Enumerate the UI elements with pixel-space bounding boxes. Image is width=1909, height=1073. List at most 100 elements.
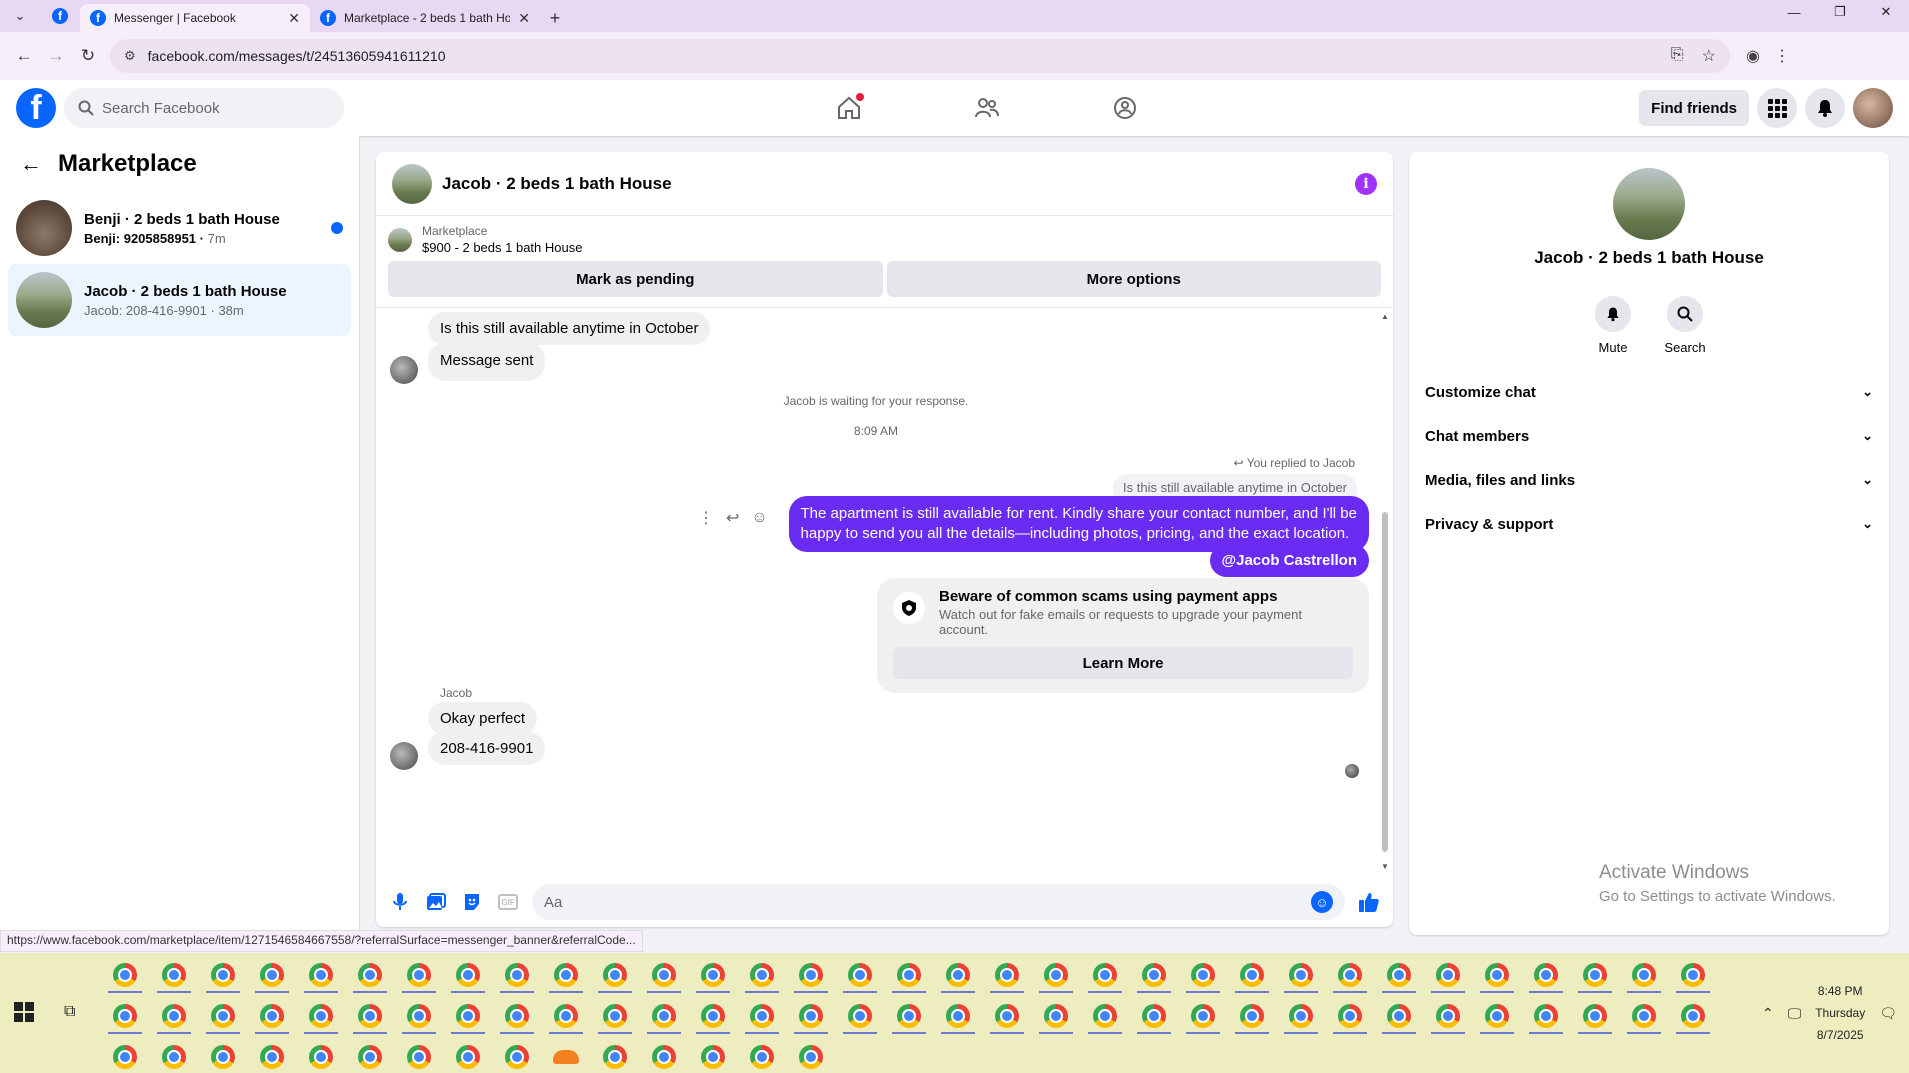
thumbs-up-icon[interactable] — [1357, 890, 1381, 914]
taskbar-browser-window[interactable] — [1480, 1000, 1514, 1034]
tab-search-chevron-icon[interactable]: ⌄ — [0, 0, 40, 32]
taskbar-browser-window[interactable] — [108, 1041, 142, 1073]
taskbar-browser-window[interactable] — [1284, 1000, 1318, 1034]
windows-start-icon[interactable] — [14, 1002, 34, 1022]
home-nav-button[interactable] — [780, 80, 918, 136]
taskbar-clock[interactable]: 8:48 PM Thursday 8/7/2025 — [1815, 980, 1865, 1046]
taskbar-browser-window[interactable] — [990, 959, 1024, 993]
photo-icon[interactable] — [424, 890, 448, 914]
info-icon[interactable]: i — [1355, 172, 1377, 195]
taskbar-browser-window[interactable] — [598, 959, 632, 993]
learn-more-button[interactable]: Learn More — [893, 647, 1353, 679]
taskbar-browser-window[interactable] — [1431, 959, 1465, 993]
taskbar-browser-window[interactable] — [598, 1000, 632, 1034]
taskbar-browser-window[interactable] — [402, 959, 436, 993]
sticker-icon[interactable] — [460, 890, 484, 914]
incoming-message[interactable]: Message sent — [428, 342, 546, 381]
sender-avatar[interactable] — [390, 742, 418, 770]
tab-messenger[interactable]: f Messenger | Facebook ✕ — [80, 4, 310, 32]
close-window-icon[interactable]: ✕ — [1863, 0, 1909, 24]
reload-icon[interactable]: ↻ — [72, 40, 104, 72]
taskbar-browser-window[interactable] — [1676, 1000, 1710, 1034]
conversation-item-benji[interactable]: Benji · 2 beds 1 bath House Benji: 92058… — [8, 192, 351, 264]
site-settings-icon[interactable]: ⚙ — [124, 48, 136, 64]
taskbar-browser-window[interactable] — [843, 1000, 877, 1034]
taskbar-browser-window[interactable] — [1627, 1000, 1661, 1034]
mute-button[interactable]: Mute — [1595, 296, 1631, 355]
taskbar-browser-window[interactable] — [1284, 959, 1318, 993]
account-avatar[interactable] — [1853, 88, 1893, 128]
taskbar-browser-window[interactable] — [1431, 1000, 1465, 1034]
taskbar-browser-window[interactable] — [696, 1041, 730, 1073]
taskbar-browser-window[interactable] — [500, 1041, 534, 1073]
taskbar-browser-window[interactable] — [647, 959, 681, 993]
notifications-center-icon[interactable]: 🗨 — [1879, 1005, 1897, 1022]
bookmark-star-icon[interactable]: ☆ — [1702, 46, 1716, 66]
taskbar-browser-window[interactable] — [157, 1041, 191, 1073]
tab-close-icon[interactable]: ✕ — [288, 10, 300, 27]
taskbar-browser-window[interactable] — [451, 1041, 485, 1073]
taskbar-browser-window[interactable] — [1088, 1000, 1122, 1034]
minimize-icon[interactable]: — — [1771, 0, 1817, 24]
more-options-button[interactable]: More options — [886, 261, 1381, 297]
taskbar-browser-window[interactable] — [500, 959, 534, 993]
taskbar-browser-window[interactable] — [1578, 1000, 1612, 1034]
taskbar-browser-window[interactable] — [696, 1000, 730, 1034]
taskbar-browser-window[interactable] — [304, 1041, 338, 1073]
taskbar-browser-window[interactable] — [1333, 1000, 1367, 1034]
scroll-down-icon[interactable]: ▼ — [1381, 862, 1389, 871]
taskbar-browser-window[interactable] — [304, 959, 338, 993]
incoming-message[interactable]: Okay perfect — [428, 702, 538, 735]
scroll-thumb[interactable] — [1382, 512, 1388, 852]
taskbar-browser-window[interactable] — [1186, 959, 1220, 993]
taskbar-browser-window[interactable] — [647, 1000, 681, 1034]
microphone-icon[interactable] — [388, 890, 412, 914]
taskbar-browser-window[interactable] — [1676, 959, 1710, 993]
more-icon[interactable]: ⋮ — [698, 508, 714, 528]
taskbar-browser-window[interactable] — [1186, 1000, 1220, 1034]
taskbar-browser-window[interactable] — [794, 1041, 828, 1073]
taskbar-browser-window[interactable] — [745, 959, 779, 993]
taskbar-browser-window[interactable] — [1480, 959, 1514, 993]
taskbar-browser-window[interactable] — [1137, 1000, 1171, 1034]
taskbar-browser-window[interactable] — [1578, 959, 1612, 993]
marketplace-listing-banner[interactable]: Marketplace $900 - 2 beds 1 bath House — [376, 216, 1393, 255]
taskbar-browser-window[interactable] — [1137, 959, 1171, 993]
taskbar-browser-window[interactable] — [353, 1041, 387, 1073]
taskbar-browser-window[interactable] — [794, 1000, 828, 1034]
taskbar-browser-window[interactable] — [843, 959, 877, 993]
profile-icon[interactable]: ◉ — [1746, 46, 1760, 66]
tab-close-icon[interactable]: ✕ — [518, 10, 530, 27]
reply-icon[interactable]: ↩ — [726, 508, 739, 528]
taskbar-browser-window[interactable] — [941, 959, 975, 993]
taskbar-browser-window[interactable] — [255, 1041, 289, 1073]
taskbar-browser-window[interactable] — [108, 1000, 142, 1034]
taskbar-browser-window[interactable] — [206, 959, 240, 993]
taskbar-browser-window[interactable] — [549, 1000, 583, 1034]
taskbar-browser-window[interactable] — [304, 1000, 338, 1034]
taskbar-browser-window[interactable] — [108, 959, 142, 993]
taskbar-browser-window[interactable] — [549, 959, 583, 993]
conversation-item-jacob[interactable]: Jacob · 2 beds 1 bath House Jacob: 208-4… — [8, 264, 351, 336]
taskbar-browser-window[interactable] — [1088, 959, 1122, 993]
chat-title[interactable]: Jacob · 2 beds 1 bath House — [442, 174, 1345, 194]
incoming-message[interactable]: Is this still available anytime in Octob… — [428, 312, 711, 345]
task-view-icon[interactable]: ⧉ — [64, 1003, 75, 1021]
taskbar-browser-window[interactable] — [402, 1041, 436, 1073]
taskbar-browser-window[interactable] — [696, 959, 730, 993]
taskbar-browser-window[interactable] — [157, 1000, 191, 1034]
taskbar-browser-window[interactable] — [1529, 959, 1563, 993]
message-scrollbar[interactable]: ▲ ▼ — [1381, 312, 1389, 872]
taskbar-browser-window[interactable] — [1627, 959, 1661, 993]
gif-icon[interactable]: GIF — [496, 890, 520, 914]
chat-members-section[interactable]: Chat members ⌄ — [1409, 414, 1889, 458]
taskbar-browser-window[interactable] — [206, 1000, 240, 1034]
taskbar-browser-window[interactable] — [598, 1041, 632, 1073]
emoji-icon[interactable]: ☺ — [1311, 891, 1333, 913]
search-conversation-button[interactable]: Search — [1664, 296, 1706, 355]
incoming-message[interactable]: 208-416-9901 — [428, 732, 546, 765]
taskbar-browser-window[interactable] — [206, 1041, 240, 1073]
taskbar-browser-window[interactable] — [157, 959, 191, 993]
taskbar-browser-window[interactable] — [941, 1000, 975, 1034]
taskbar-browser-window[interactable] — [255, 959, 289, 993]
